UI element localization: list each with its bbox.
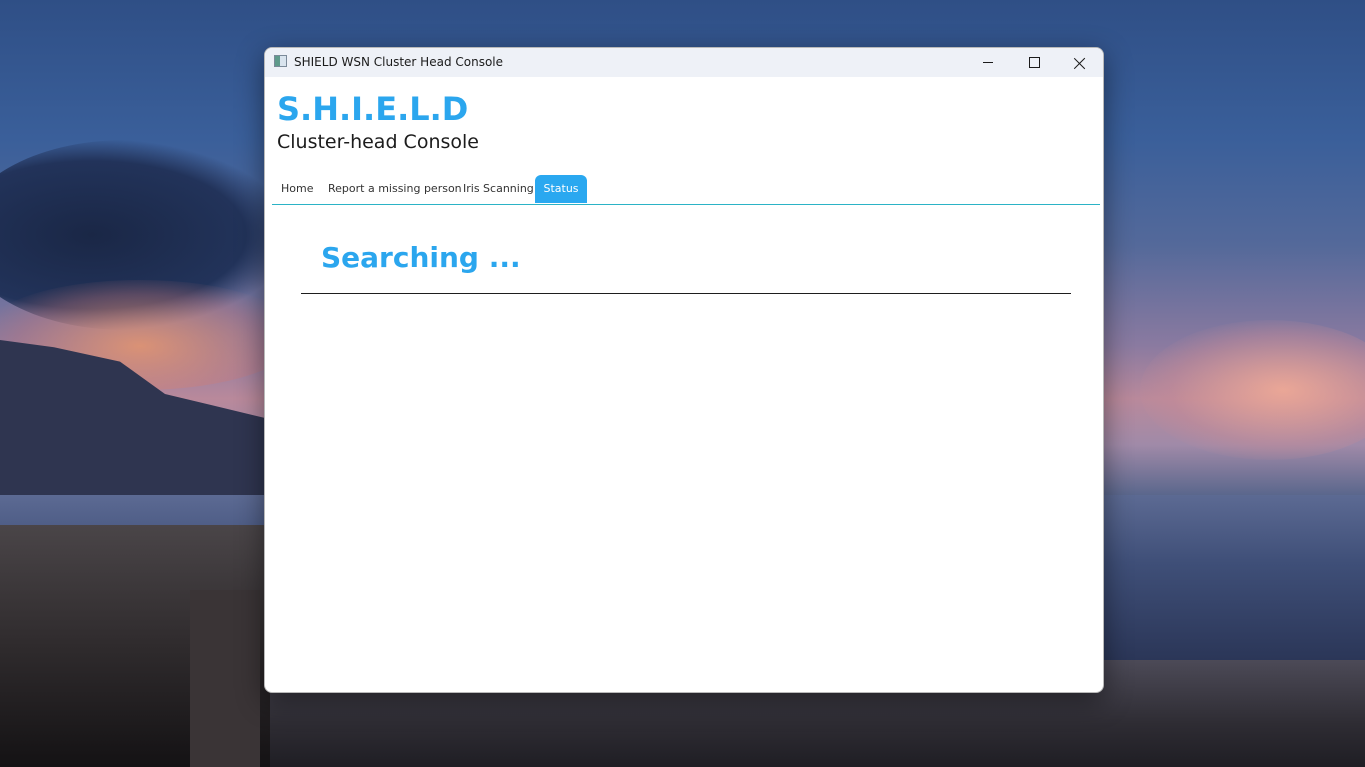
brand-title: S.H.I.E.L.D (277, 90, 469, 128)
console-subtitle: Cluster-head Console (277, 131, 479, 153)
minimize-icon (983, 62, 993, 63)
minimize-button[interactable] (965, 48, 1011, 77)
tab-report-missing-person[interactable]: Report a missing person (319, 175, 471, 203)
tab-bar: Home Report a missing person Iris Scanni… (272, 175, 1100, 205)
tab-iris-scanning[interactable]: Iris Scanning (454, 175, 543, 203)
close-button[interactable] (1057, 48, 1103, 77)
status-divider (301, 293, 1071, 294)
wallpaper-pink-clouds (1140, 320, 1365, 460)
tab-status[interactable]: Status (535, 175, 587, 203)
tab-home[interactable]: Home (272, 175, 322, 203)
title-bar[interactable]: SHIELD WSN Cluster Head Console (265, 48, 1103, 77)
wallpaper-pier-post (190, 590, 260, 767)
app-window: SHIELD WSN Cluster Head Console S.H.I.E.… (264, 47, 1104, 693)
app-window-icon (274, 55, 287, 67)
desktop-background: SHIELD WSN Cluster Head Console S.H.I.E.… (0, 0, 1365, 767)
maximize-button[interactable] (1011, 48, 1057, 77)
maximize-icon (1028, 57, 1040, 68)
window-title: SHIELD WSN Cluster Head Console (294, 55, 504, 69)
close-icon (1074, 57, 1086, 69)
status-heading: Searching ... (321, 241, 521, 274)
